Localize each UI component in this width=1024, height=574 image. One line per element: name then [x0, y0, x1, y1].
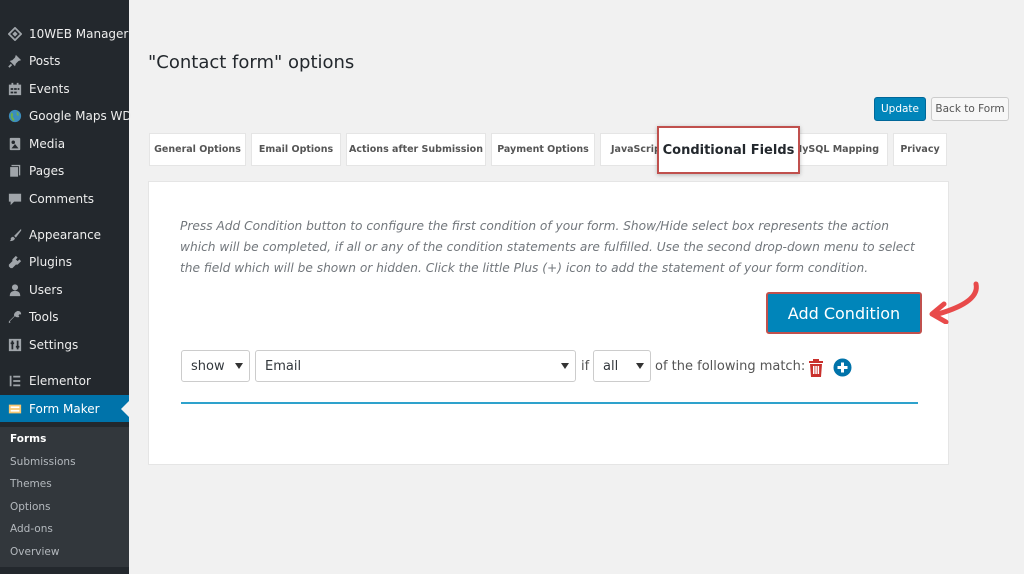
user-icon [8, 283, 22, 297]
trash-icon[interactable] [808, 359, 824, 377]
diamond-icon [8, 26, 22, 41]
page-title: "Contact form" options [148, 52, 355, 73]
settings-icon [8, 338, 22, 352]
menu-item-label: Google Maps WD [29, 108, 132, 123]
menu-item-events[interactable]: Events [0, 75, 129, 102]
menu-item-settings[interactable]: Settings [0, 331, 129, 358]
tab-javascript[interactable]: JavaScript [600, 133, 662, 166]
chevron-down-icon [561, 363, 569, 369]
tab-payment-options[interactable]: Payment Options [491, 133, 595, 166]
tab-general-options[interactable]: General Options [149, 133, 246, 166]
pages-icon [8, 164, 22, 178]
field-select[interactable]: Email [255, 350, 576, 382]
menu-item-label: Events [29, 81, 70, 96]
back-to-form-button[interactable]: Back to Form [931, 97, 1009, 121]
tab-mysql-mapping[interactable]: MySQL Mapping [795, 133, 888, 166]
menu-item-tools[interactable]: Tools [0, 303, 129, 330]
admin-sidebar: 10WEB Manager Posts Events Google Maps W… [0, 0, 132, 574]
menu-item-label: Pages [29, 163, 65, 178]
tab-conditional-fields[interactable]: Conditional Fields [657, 126, 800, 174]
menu-item-google-maps[interactable]: Google Maps WD [0, 102, 132, 129]
brush-icon [8, 228, 22, 242]
match-select[interactable]: all [593, 350, 651, 382]
submenu-item-add-ons[interactable]: Add-ons [10, 523, 53, 535]
plug-icon [8, 255, 22, 269]
menu-item-label: Appearance [29, 227, 102, 242]
action-select-value: show [191, 358, 225, 374]
submenu-item-options[interactable]: Options [10, 501, 51, 513]
menu-item-label: Media [29, 136, 66, 151]
update-button[interactable]: Update [874, 97, 926, 121]
submenu-item-themes[interactable]: Themes [10, 478, 52, 490]
menu-item-label: Settings [29, 337, 79, 352]
menu-item-label: Comments [29, 191, 95, 206]
elementor-icon [8, 374, 22, 388]
submenu-item-overview[interactable]: Overview [10, 546, 59, 558]
add-condition-button[interactable]: Add Condition [766, 292, 922, 334]
menu-item-label: Form Maker [29, 401, 100, 416]
menu-item-label: 10WEB Manager [29, 26, 129, 41]
globe-icon [8, 109, 22, 123]
chevron-down-icon [636, 363, 644, 369]
action-select[interactable]: show [181, 350, 250, 382]
tab-privacy[interactable]: Privacy [893, 133, 947, 166]
calendar-icon [8, 82, 22, 96]
menu-item-label: Plugins [29, 254, 72, 269]
menu-item-plugins[interactable]: Plugins [0, 248, 129, 275]
media-icon [8, 137, 22, 151]
tab-email-options[interactable]: Email Options [251, 133, 341, 166]
following-match-label: of the following match: [655, 359, 806, 374]
chevron-down-icon [235, 363, 243, 369]
tab-actions-after-submission[interactable]: Actions after Submission [346, 133, 486, 166]
menu-item-appearance[interactable]: Appearance [0, 221, 129, 248]
menu-item-comments[interactable]: Comments [0, 185, 129, 212]
menu-item-media[interactable]: Media [0, 130, 129, 157]
menu-item-10web-manager[interactable]: 10WEB Manager [0, 20, 129, 47]
form-maker-submenu: Forms Submissions Themes Options Add-ons… [0, 427, 129, 567]
form-icon [8, 402, 22, 416]
submenu-item-submissions[interactable]: Submissions [10, 456, 76, 468]
menu-item-pages[interactable]: Pages [0, 157, 129, 184]
submenu-item-forms[interactable]: Forms [10, 433, 46, 445]
condition-divider [181, 402, 918, 404]
menu-item-label: Users [29, 282, 63, 297]
add-statement-plus-icon[interactable] [833, 358, 852, 377]
help-text: Press Add Condition button to configure … [180, 219, 915, 275]
field-select-value: Email [265, 358, 302, 374]
menu-item-form-maker[interactable]: Form Maker [0, 395, 129, 422]
menu-item-label: Tools [29, 309, 59, 324]
menu-item-users[interactable]: Users [0, 276, 129, 303]
match-select-value: all [603, 358, 619, 374]
if-label: if [581, 359, 590, 374]
comment-icon [8, 192, 22, 206]
pointer-arrow-icon [929, 281, 979, 324]
menu-item-posts[interactable]: Posts [0, 47, 129, 74]
pin-icon [8, 54, 22, 68]
menu-item-elementor[interactable]: Elementor [0, 367, 129, 394]
menu-item-label: Posts [29, 53, 61, 68]
wrench-icon [8, 310, 22, 324]
menu-item-label: Elementor [29, 373, 91, 388]
